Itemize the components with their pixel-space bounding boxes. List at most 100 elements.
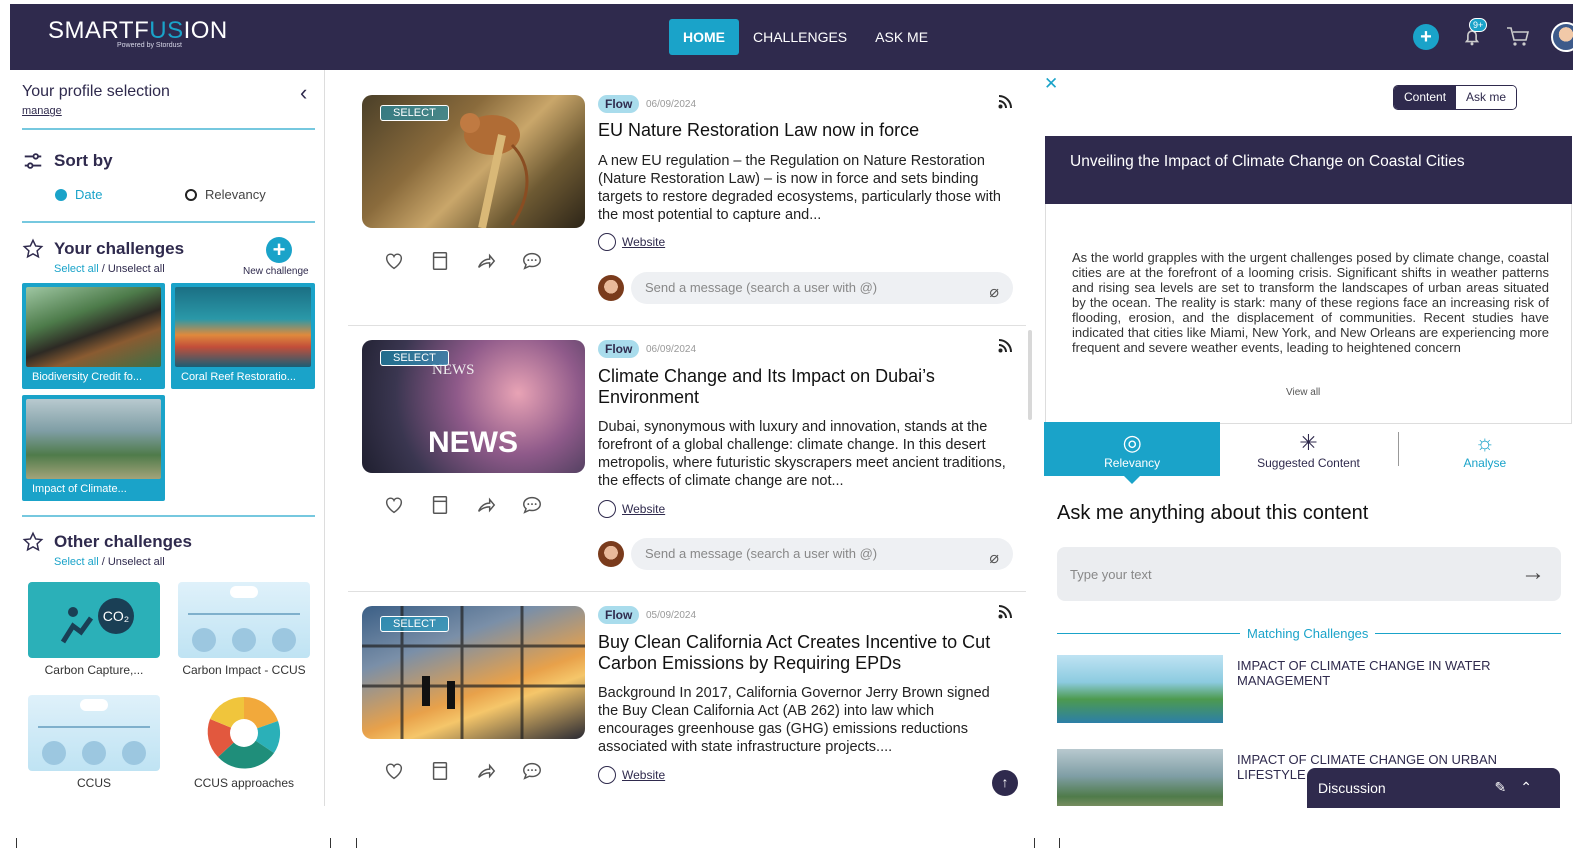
message-row: Send a message (search a user with @) ⌀ (598, 272, 1013, 306)
select-tag[interactable]: SELECT (380, 616, 449, 632)
other-challenge-tile[interactable]: CCUS (28, 695, 160, 790)
scroll-to-top-button[interactable]: ↑ (992, 770, 1018, 796)
ccus-diagram-icon (38, 699, 150, 765)
nav-home[interactable]: HOME (669, 19, 739, 55)
send-arrow-icon[interactable]: → (1521, 559, 1545, 587)
comment-icon[interactable] (521, 760, 543, 782)
card-date: 06/09/2024 (646, 99, 697, 110)
feed-scrollbar[interactable] (1028, 330, 1032, 420)
card-title[interactable]: EU Nature Restoration Law now in force (598, 120, 1008, 141)
paperclip-icon[interactable]: ⌀ (989, 543, 999, 575)
ask-input[interactable]: Type your text → (1057, 547, 1561, 601)
feed-card: SELECT Flow 06/09/2024 EU Nature Restora… (348, 78, 1026, 326)
close-icon[interactable]: ✕ (1044, 74, 1058, 94)
nav-challenges[interactable]: CHALLENGES (739, 19, 861, 55)
comment-icon[interactable] (521, 250, 543, 272)
card-actions (383, 494, 543, 516)
website-link[interactable]: Website (598, 500, 665, 518)
tab-relevancy[interactable]: ◎ Relevancy (1044, 422, 1221, 484)
challenge-thumbnail (1057, 655, 1223, 723)
comment-icon[interactable] (521, 494, 543, 516)
ask-heading: Ask me anything about this content (1057, 502, 1369, 524)
website-label: Website (622, 502, 666, 516)
co2-thumbnail: CO₂ (28, 582, 160, 658)
rss-icon[interactable] (998, 95, 1012, 113)
cart-icon (1507, 27, 1530, 46)
message-input[interactable]: Send a message (search a user with @) ⌀ (631, 538, 1013, 570)
view-all-link[interactable]: View all (1286, 387, 1320, 398)
website-label: Website (622, 235, 666, 249)
unselect-all-link[interactable]: Unselect all (108, 263, 165, 275)
challenge-tile[interactable]: Coral Reef Restoratio... (171, 283, 315, 389)
heart-icon[interactable] (383, 494, 405, 516)
new-challenge-label[interactable]: New challenge (243, 266, 309, 277)
notifications-button[interactable]: 9+ (1459, 18, 1488, 50)
collapse-sidebar-button[interactable]: ‹ (300, 80, 307, 106)
select-all-link[interactable]: Select all (54, 263, 99, 275)
matching-challenge-item[interactable]: IMPACT OF CLIMATE CHANGE IN WATER MANAGE… (1057, 655, 1561, 725)
select-tag[interactable]: SELECT (380, 105, 449, 121)
unselect-all-link[interactable]: Unselect all (108, 556, 165, 568)
nav-ask-me[interactable]: ASK ME (861, 19, 942, 55)
select-all-link[interactable]: Select all (54, 556, 99, 568)
message-input[interactable]: Send a message (search a user with @) ⌀ (631, 272, 1013, 304)
divider (330, 838, 331, 848)
toggle-ask-me[interactable]: Ask me (1456, 86, 1517, 109)
website-label: Website (622, 768, 666, 782)
website-link[interactable]: Website (598, 766, 665, 784)
brand-logo[interactable]: SMARTFUSION (48, 17, 228, 45)
divider (16, 838, 17, 848)
sort-option-relevancy[interactable]: Relevancy (185, 187, 266, 202)
challenge-thumbnail (26, 399, 161, 479)
cart-button[interactable] (1505, 24, 1531, 50)
header-actions: + 9+ (1413, 18, 1573, 52)
other-challenge-tile[interactable]: CCUS approaches (178, 695, 310, 790)
chevron-up-icon[interactable]: ⌃ (1520, 779, 1546, 795)
co2-illustration-icon: CO₂ (60, 598, 134, 644)
edit-icon[interactable]: ✎ (1495, 779, 1521, 795)
content-detail-panel: ✕ Content Ask me Unveiling the Impact of… (1040, 70, 1573, 806)
sort-option-date[interactable]: Date (55, 187, 102, 202)
card-thumbnail[interactable]: NEWS NEWS SELECT (362, 340, 585, 473)
avatar (598, 541, 624, 567)
bookmark-icon[interactable] (429, 494, 451, 516)
user-avatar[interactable] (1551, 22, 1573, 52)
share-icon[interactable] (475, 494, 497, 516)
tab-suggested-content[interactable]: ✳ Suggested Content (1220, 422, 1396, 476)
flow-tag: Flow (598, 606, 640, 624)
website-link[interactable]: Website (598, 233, 665, 251)
flow-tag: Flow (598, 95, 640, 113)
star-icon (22, 531, 44, 552)
other-challenge-tile[interactable]: CO₂ Carbon Capture,... (28, 582, 160, 677)
paperclip-icon[interactable]: ⌀ (989, 277, 999, 309)
challenge-tile[interactable]: Biodiversity Credit fo... (22, 283, 165, 389)
message-row: Send a message (search a user with @) ⌀ (598, 538, 1013, 572)
select-tag[interactable]: SELECT (380, 350, 449, 366)
bookmark-icon[interactable] (429, 760, 451, 782)
card-title[interactable]: Buy Clean California Act Creates Incenti… (598, 632, 1008, 674)
new-challenge-button[interactable]: + (266, 237, 292, 263)
card-thumbnail[interactable]: SELECT (362, 95, 585, 228)
card-thumbnail[interactable]: SELECT (362, 606, 585, 739)
card-title[interactable]: Climate Change and Its Impact on Dubai’s… (598, 366, 1008, 408)
manage-link[interactable]: manage (22, 105, 62, 117)
toggle-content[interactable]: Content (1394, 86, 1457, 109)
rss-icon[interactable] (998, 339, 1012, 357)
divider (1398, 432, 1399, 466)
ccus-diagram-icon (188, 586, 300, 652)
globe-icon (598, 233, 616, 251)
share-icon[interactable] (475, 760, 497, 782)
challenge-tile[interactable]: Impact of Climate... (22, 395, 165, 501)
heart-icon[interactable] (383, 760, 405, 782)
bookmark-icon[interactable] (429, 250, 451, 272)
add-content-button[interactable]: + (1413, 24, 1439, 50)
share-icon[interactable] (475, 250, 497, 272)
discussion-panel[interactable]: Discussion ✎⌃ (1307, 768, 1560, 808)
tab-analyse[interactable]: ☼ Analyse (1397, 422, 1573, 476)
network-icon: ✳ (1299, 430, 1318, 455)
heart-icon[interactable] (383, 250, 405, 272)
rss-icon[interactable] (998, 605, 1012, 623)
divider (1059, 838, 1060, 848)
other-challenge-tile[interactable]: Carbon Impact - CCUS (178, 582, 310, 677)
challenge-thumbnail (1057, 749, 1223, 806)
